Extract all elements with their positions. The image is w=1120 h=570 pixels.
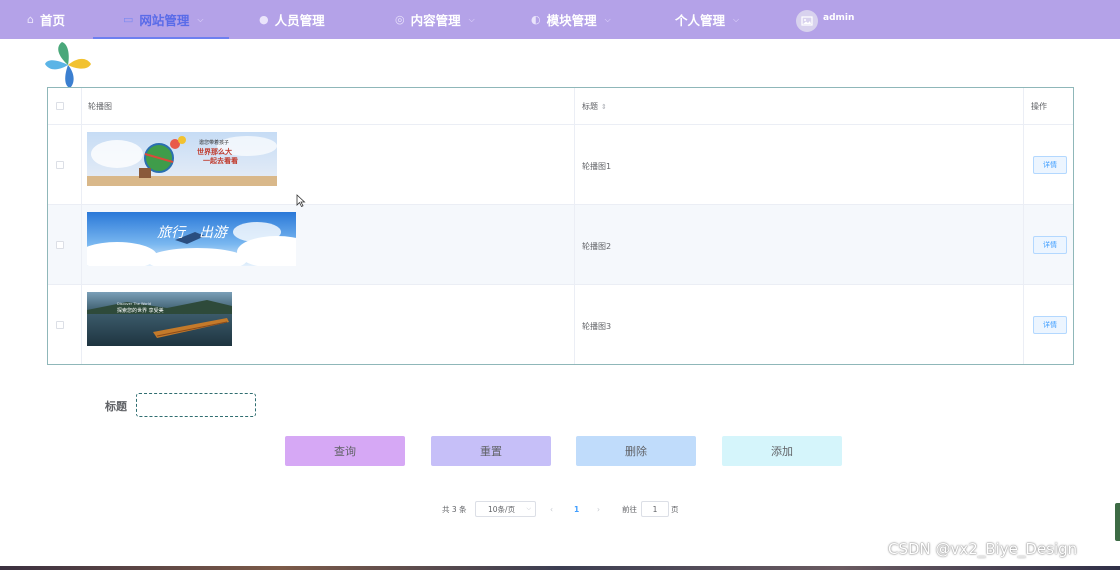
pagination-total: 共 3 条: [442, 504, 467, 514]
banner-3-line-2: 探索您的世界 享受美: [117, 307, 164, 314]
table-row: 旅行 出游 轮播图2 详情: [48, 205, 1073, 285]
watermark: CSDN @vx2_Biye_Design: [888, 540, 1078, 558]
nav-module-management[interactable]: ◐ 模块管理 ⌵: [531, 0, 611, 39]
chevron-down-icon: ⌵: [733, 14, 740, 24]
add-button[interactable]: 添加: [722, 436, 842, 466]
monitor-icon: ▭: [123, 13, 134, 26]
query-button[interactable]: 查询: [285, 436, 405, 466]
page-size-value: 10条/页: [488, 504, 516, 514]
page-size-select[interactable]: 10条/页 ⌵: [475, 501, 536, 517]
search-title-input[interactable]: [136, 393, 256, 417]
column-header-title[interactable]: 标题 ⇕: [582, 101, 607, 112]
banner-1-line-2: 世界那么大: [197, 147, 232, 156]
detail-button[interactable]: 详情: [1033, 156, 1067, 174]
chevron-down-icon: ⌵: [468, 14, 475, 24]
page-number-current[interactable]: 1: [574, 501, 579, 517]
nav-home-label: 首页: [39, 13, 65, 28]
avatar[interactable]: [796, 10, 818, 32]
row-title: 轮播图3: [582, 322, 612, 331]
top-nav: ⌂ 首页 ▭ 网站管理 ⌵ ● 人员管理 ◎ 内容管理 ⌵ ◐ 模块管理 ⌵ 个…: [0, 0, 1120, 39]
next-page-button[interactable]: ›: [597, 501, 600, 517]
image-placeholder-icon: [801, 16, 813, 26]
carousel-table: 轮播图 标题 ⇕ 操作 邀您带着孩子 世界那么大 一起去看看 轮播图1 详情 旅…: [47, 87, 1074, 365]
home-icon: ⌂: [27, 13, 34, 26]
row-title: 轮播图1: [582, 162, 612, 171]
nav-personal-management[interactable]: 个人管理 ⌵: [675, 0, 739, 39]
nav-personal-management-label: 个人管理: [675, 13, 726, 28]
chevron-down-icon: ⌵: [197, 14, 204, 24]
page-suffix-label: 页: [671, 504, 679, 514]
select-all-checkbox[interactable]: [56, 102, 64, 110]
banner-1-line-3: 一起去看看: [203, 156, 238, 165]
banner-1-line-1: 邀您带着孩子: [199, 139, 229, 146]
sort-icon[interactable]: ⇕: [601, 103, 607, 111]
detail-button[interactable]: 详情: [1033, 236, 1067, 254]
chevron-down-icon: ⌵: [604, 14, 611, 24]
background-strip: [0, 566, 1120, 570]
table-row: 邀您带着孩子 世界那么大 一起去看看 轮播图1 详情: [48, 125, 1073, 205]
mouse-cursor-icon: [296, 194, 306, 208]
nav-module-management-label: 模块管理: [546, 13, 597, 28]
banner-image-1: 邀您带着孩子 世界那么大 一起去看看: [87, 132, 277, 186]
row-checkbox[interactable]: [56, 241, 64, 249]
column-divider: [1023, 88, 1024, 364]
side-scroll-handle[interactable]: [1115, 503, 1120, 541]
row-checkbox[interactable]: [56, 161, 64, 169]
column-divider: [81, 88, 82, 364]
prev-page-button[interactable]: ‹: [550, 501, 553, 517]
username[interactable]: admin: [823, 13, 854, 23]
goto-page-input[interactable]: 1: [641, 501, 669, 517]
pinwheel-logo: [45, 42, 91, 88]
row-title: 轮播图2: [582, 242, 612, 251]
column-header-action: 操作: [1031, 102, 1047, 111]
detail-button[interactable]: 详情: [1033, 316, 1067, 334]
banner-2-line-2: 出游: [199, 225, 229, 241]
banner-3-line-1: Discover The World: [117, 302, 151, 306]
nav-home[interactable]: ⌂ 首页: [27, 0, 65, 39]
table-header: 轮播图 标题 ⇕ 操作: [48, 88, 1073, 125]
table-row: Discover The World 探索您的世界 享受美 轮播图3 详情: [48, 285, 1073, 364]
goto-label: 前往: [622, 504, 637, 514]
column-divider: [574, 88, 575, 364]
nav-content-management-label: 内容管理: [410, 13, 461, 28]
nav-people-management[interactable]: ● 人员管理: [259, 0, 325, 39]
module-icon: ◐: [531, 13, 541, 26]
reset-button[interactable]: 重置: [431, 436, 551, 466]
user-icon: ●: [259, 13, 269, 26]
content-icon: ◎: [395, 13, 405, 26]
nav-site-management-label: 网站管理: [139, 13, 190, 28]
row-checkbox[interactable]: [56, 321, 64, 329]
nav-people-management-label: 人员管理: [274, 13, 325, 28]
column-header-carousel: 轮播图: [88, 102, 112, 111]
active-nav-indicator: [93, 37, 229, 39]
nav-content-management[interactable]: ◎ 内容管理 ⌵: [395, 0, 475, 39]
delete-button[interactable]: 删除: [576, 436, 696, 466]
banner-image-3: Discover The World 探索您的世界 享受美: [87, 292, 232, 346]
search-title-label: 标题: [105, 400, 127, 413]
nav-site-management[interactable]: ▭ 网站管理 ⌵: [123, 0, 204, 39]
banner-2-line-1: 旅行: [157, 225, 187, 241]
banner-image-2: 旅行 出游: [87, 212, 296, 266]
chevron-down-icon: ⌵: [526, 505, 531, 512]
